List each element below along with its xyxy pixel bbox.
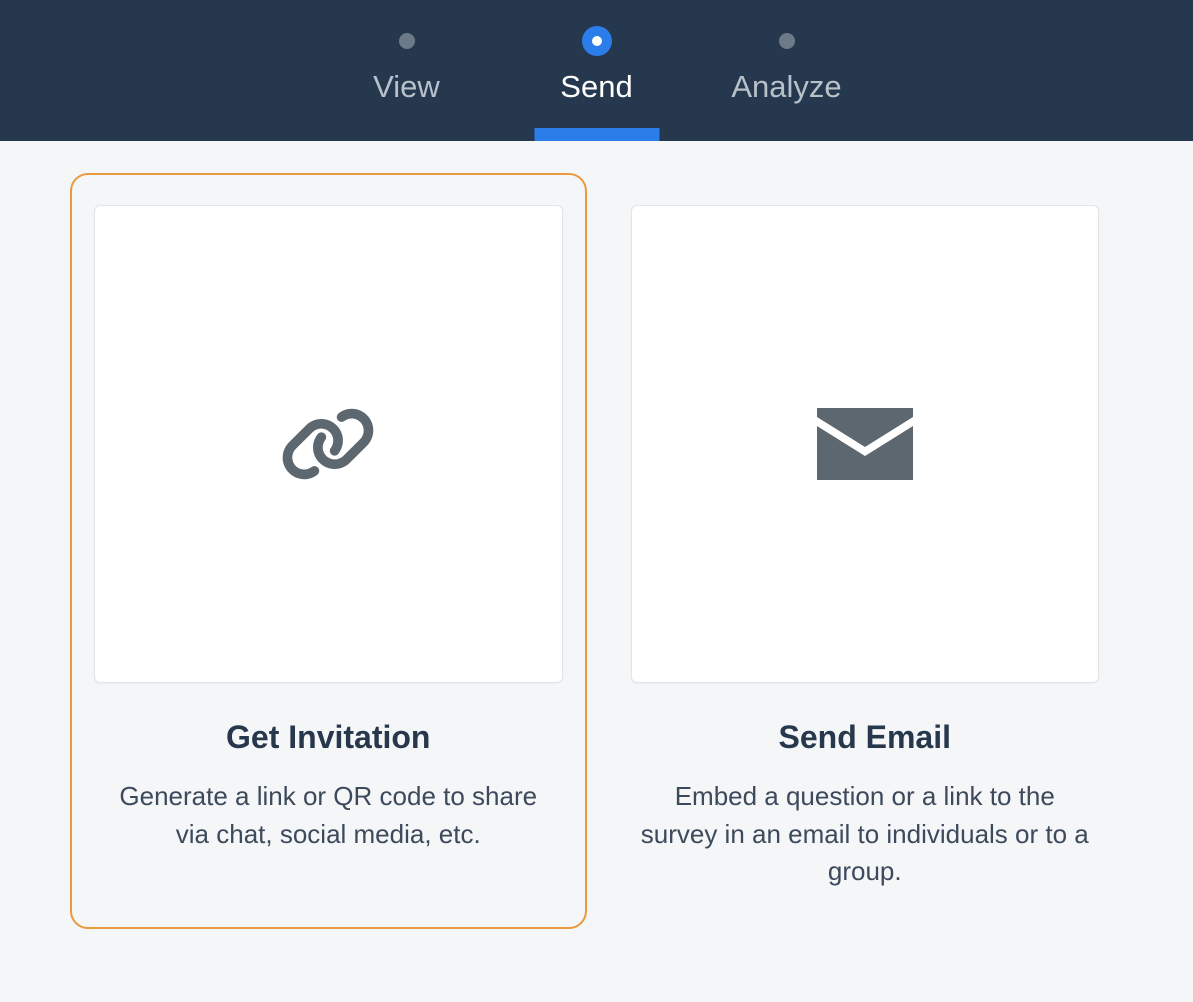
tab-view[interactable]: View [312,0,502,141]
tab-label: View [373,69,440,105]
tab-label: Analyze [731,69,841,105]
tabs-container: View Send Analyze [312,0,882,141]
card-title: Get Invitation [94,719,563,756]
tab-label: Send [560,69,632,105]
tab-dot-icon [779,33,795,49]
content-area: Get Invitation Generate a link or QR cod… [0,141,1193,961]
tab-underline [534,128,659,141]
tab-analyze[interactable]: Analyze [692,0,882,141]
card-title: Send Email [631,719,1100,756]
card-icon-box [631,205,1100,683]
card-description: Generate a link or QR code to share via … [94,778,563,853]
card-send-email[interactable]: Send Email Embed a question or a link to… [607,173,1124,929]
tab-dot-icon [399,33,415,49]
header-nav: View Send Analyze [0,0,1193,141]
card-get-invitation[interactable]: Get Invitation Generate a link or QR cod… [70,173,587,929]
link-icon [280,396,376,492]
tab-dot-active-icon [582,26,612,56]
tab-send[interactable]: Send [502,0,692,141]
card-description: Embed a question or a link to the survey… [631,778,1100,891]
envelope-icon [817,408,913,480]
card-icon-box [94,205,563,683]
